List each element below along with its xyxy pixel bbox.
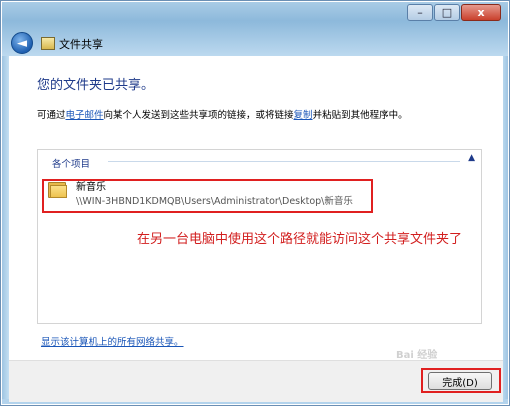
baidu-watermark: Bai 经验	[396, 350, 438, 361]
finish-button[interactable]: 完成(D)	[428, 372, 492, 390]
items-panel-header: 各个项目	[52, 159, 91, 170]
desc-text-3: 并粘贴到其他程序中。	[312, 110, 408, 121]
annotation-text: 在另一台电脑中使用这个路径就能访问这个共享文件夹了	[137, 232, 463, 247]
path-highlight-box	[42, 179, 373, 213]
items-header-divider	[108, 161, 460, 162]
file-sharing-dialog: – □ x ◄ 文件共享 您的文件夹已共享。 可通过电子邮件向某个人发送到这些共…	[0, 0, 510, 406]
page-title: 您的文件夹已共享。	[37, 78, 155, 93]
email-link[interactable]: 电子邮件	[66, 110, 104, 121]
collapse-icon[interactable]: ▲	[468, 153, 475, 163]
copy-link[interactable]: 复制	[294, 110, 313, 121]
back-arrow-icon: ◄	[17, 35, 27, 51]
window-frame-left	[2, 56, 9, 404]
window-title: 文件共享	[59, 38, 103, 51]
close-icon: x	[477, 6, 485, 19]
minimize-button[interactable]: –	[407, 4, 433, 21]
minimize-icon: –	[417, 6, 423, 19]
desc-text-2: 向某个人发送到这些共享项的链接，或将链接	[103, 110, 294, 121]
show-all-shares-link[interactable]: 显示该计算机上的所有网络共享。	[41, 334, 184, 348]
window-controls: – □ x	[406, 4, 501, 22]
desc-text-1: 可通过	[37, 110, 66, 121]
back-button[interactable]: ◄	[11, 32, 33, 54]
file-sharing-icon	[41, 37, 55, 50]
maximize-button[interactable]: □	[434, 4, 460, 21]
close-button[interactable]: x	[461, 4, 501, 21]
share-description: 可通过电子邮件向某个人发送到这些共享项的链接，或将链接复制并粘贴到其他程序中。	[37, 107, 408, 121]
maximize-icon: □	[441, 6, 453, 19]
